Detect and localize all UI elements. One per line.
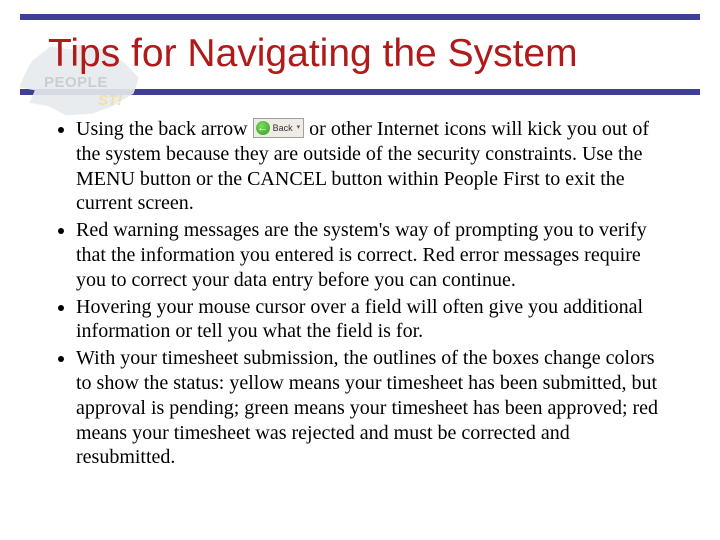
chevron-down-icon: ▾ [297,124,301,133]
page-title: Tips for Navigating the System [48,34,700,75]
divider-bottom [20,89,700,95]
slide: PEOPLE ST! Tips for Navigating the Syste… [0,14,720,540]
bullet-list: Using the back arrow ← Back ▾ or other I… [48,117,672,470]
list-item: Red warning messages are the system's wa… [76,218,672,292]
list-item: Using the back arrow ← Back ▾ or other I… [76,117,672,216]
browser-back-button: ← Back ▾ [253,118,305,138]
divider-top [20,14,700,20]
list-item: Hovering your mouse cursor over a field … [76,295,672,345]
list-item-text: Red warning messages are the system's wa… [76,219,647,291]
back-arrow-icon: ← [256,121,270,135]
list-item-text: Hovering your mouse cursor over a field … [76,296,643,343]
list-item-text: With your timesheet submission, the outl… [76,347,658,468]
list-item: With your timesheet submission, the outl… [76,346,672,470]
back-button-label: Back [273,123,293,134]
list-item-text-pre: Using the back arrow [76,118,253,140]
